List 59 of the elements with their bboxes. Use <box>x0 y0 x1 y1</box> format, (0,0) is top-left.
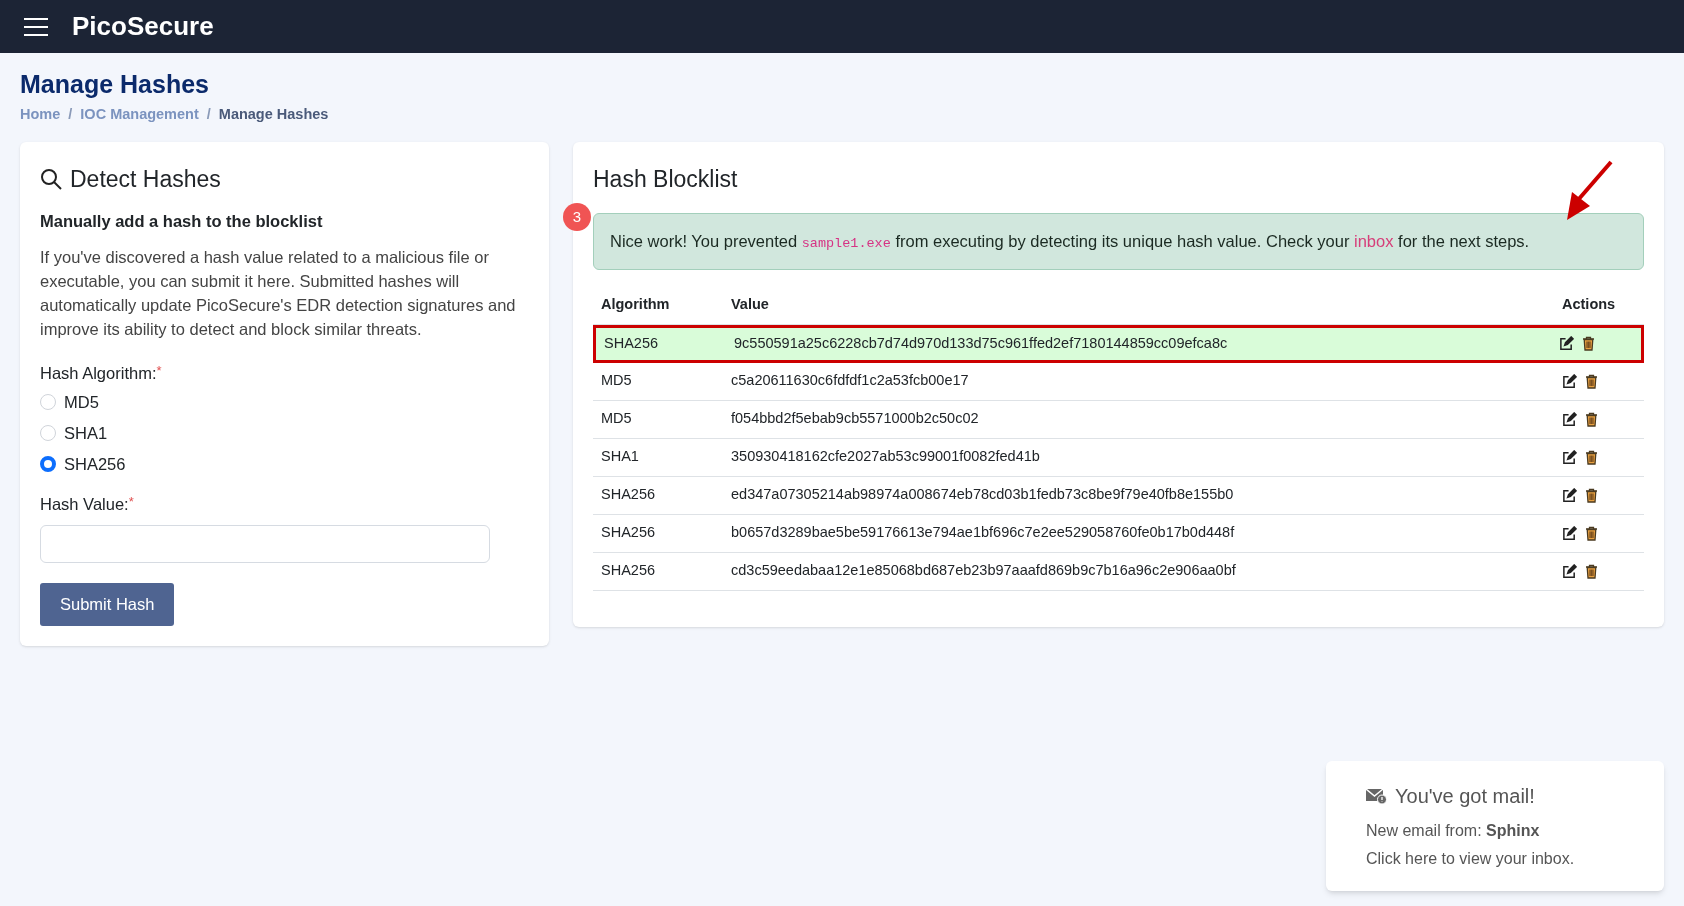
radio-option[interactable]: MD5 <box>40 390 529 415</box>
edit-icon[interactable] <box>1562 487 1577 503</box>
column-header: Algorithm <box>601 295 670 312</box>
table-cell: 9c550591a25c6228cb7d74d970d133d75c961ffed2ef7180144859cc09efca8c <box>734 334 1228 351</box>
edit-icon[interactable] <box>1562 563 1577 579</box>
table-cell: MD5 <box>601 410 632 427</box>
brand-name[interactable]: PicoSecure <box>72 7 214 46</box>
table-cell: c5a20611630c6fdfdf1c2a53fcb00e17 <box>731 372 969 389</box>
trash-icon[interactable] <box>1585 487 1598 503</box>
edit-icon[interactable] <box>1562 411 1577 427</box>
trash-icon[interactable] <box>1585 525 1598 541</box>
trash-icon[interactable] <box>1585 449 1598 465</box>
card-description: If you've discovered a hash value related to a malicious file or executable, you can submit it here. Submitted hashes will automatically update PicoSecure's EDR detection signatures and improve its ability to detect and block similar threats. <box>40 247 517 341</box>
radio-option[interactable]: SHA256 <box>40 451 529 477</box>
table-cell: f054bbd2f5ebab9cb5571000b2c50c02 <box>731 410 979 427</box>
submit-hash-button[interactable]: Submit Hash <box>40 583 175 626</box>
table-cell: SHA256 <box>601 486 655 503</box>
card-title: Detect Hashes <box>70 165 221 194</box>
toast-title: You've got mail! <box>1395 784 1535 809</box>
table-cell: SHA256 <box>604 334 658 351</box>
table-cell: b0657d3289bae5be59176613e794ae1bf696c7e2ee529058760fe0b17b0d448f <box>731 524 1235 541</box>
toast-hint: Click here to view your inbox. <box>1366 849 1576 869</box>
edit-icon[interactable] <box>1562 449 1577 465</box>
breadcrumb-separator: / <box>206 105 211 125</box>
breadcrumb-separator: / <box>68 105 73 125</box>
table-cell: cd3c59eedabaa12e1e85068bd687eb23b97aaafd869b9c7b16a96c2e906aa0bf <box>731 562 1236 579</box>
radio-option[interactable]: SHA1 <box>40 420 529 446</box>
field-label: Hash Algorithm: <box>40 363 157 385</box>
required-mark: * <box>156 362 162 381</box>
edit-icon[interactable] <box>1559 336 1574 351</box>
card-title: Hash Blocklist <box>593 165 738 194</box>
radio-button[interactable] <box>40 455 56 472</box>
trash-icon[interactable] <box>1585 411 1598 427</box>
hash-value-field[interactable] <box>40 525 490 563</box>
mail-toast[interactable]: You've got mail! New email from: Sphinx Click here to view your inbox. <box>1326 761 1664 891</box>
table-cell: SHA1 <box>601 448 639 465</box>
step-badge: 3 <box>563 203 591 231</box>
toast-sender: New email from: Sphinx <box>1366 821 1541 841</box>
trash-icon[interactable] <box>1585 373 1598 389</box>
required-mark: * <box>128 493 134 512</box>
table-cell: SHA256 <box>601 562 655 579</box>
page-title: Manage Hashes <box>20 69 210 100</box>
field-label: Hash Value: <box>40 494 129 516</box>
trash-icon[interactable] <box>1582 336 1595 351</box>
table-cell: SHA256 <box>601 524 655 541</box>
table-cell: 350930418162cfe2027ab53c99001f0082fed41b <box>731 448 1040 465</box>
table-cell: MD5 <box>601 372 632 389</box>
alert-message: Nice work! You prevented sample1.exe from executing by detecting its unique hash value. Check your inbox for the next steps. <box>610 230 1531 253</box>
search-icon <box>40 168 62 191</box>
column-header: Value <box>731 295 769 312</box>
edit-icon[interactable] <box>1562 525 1577 541</box>
arrow-annotation <box>1564 160 1614 222</box>
table-cell: ed347a07305214ab98974a008674eb78cd03b1fedb73c8be9f79e40fb8e155b0 <box>731 486 1234 503</box>
menu-icon[interactable] <box>24 17 48 36</box>
mail-alert-icon <box>1366 788 1387 804</box>
trash-icon[interactable] <box>1585 563 1598 579</box>
edit-icon[interactable] <box>1562 373 1577 389</box>
card-subtitle: Manually add a hash to the blocklist <box>40 210 324 232</box>
column-header: Actions <box>1562 295 1616 312</box>
